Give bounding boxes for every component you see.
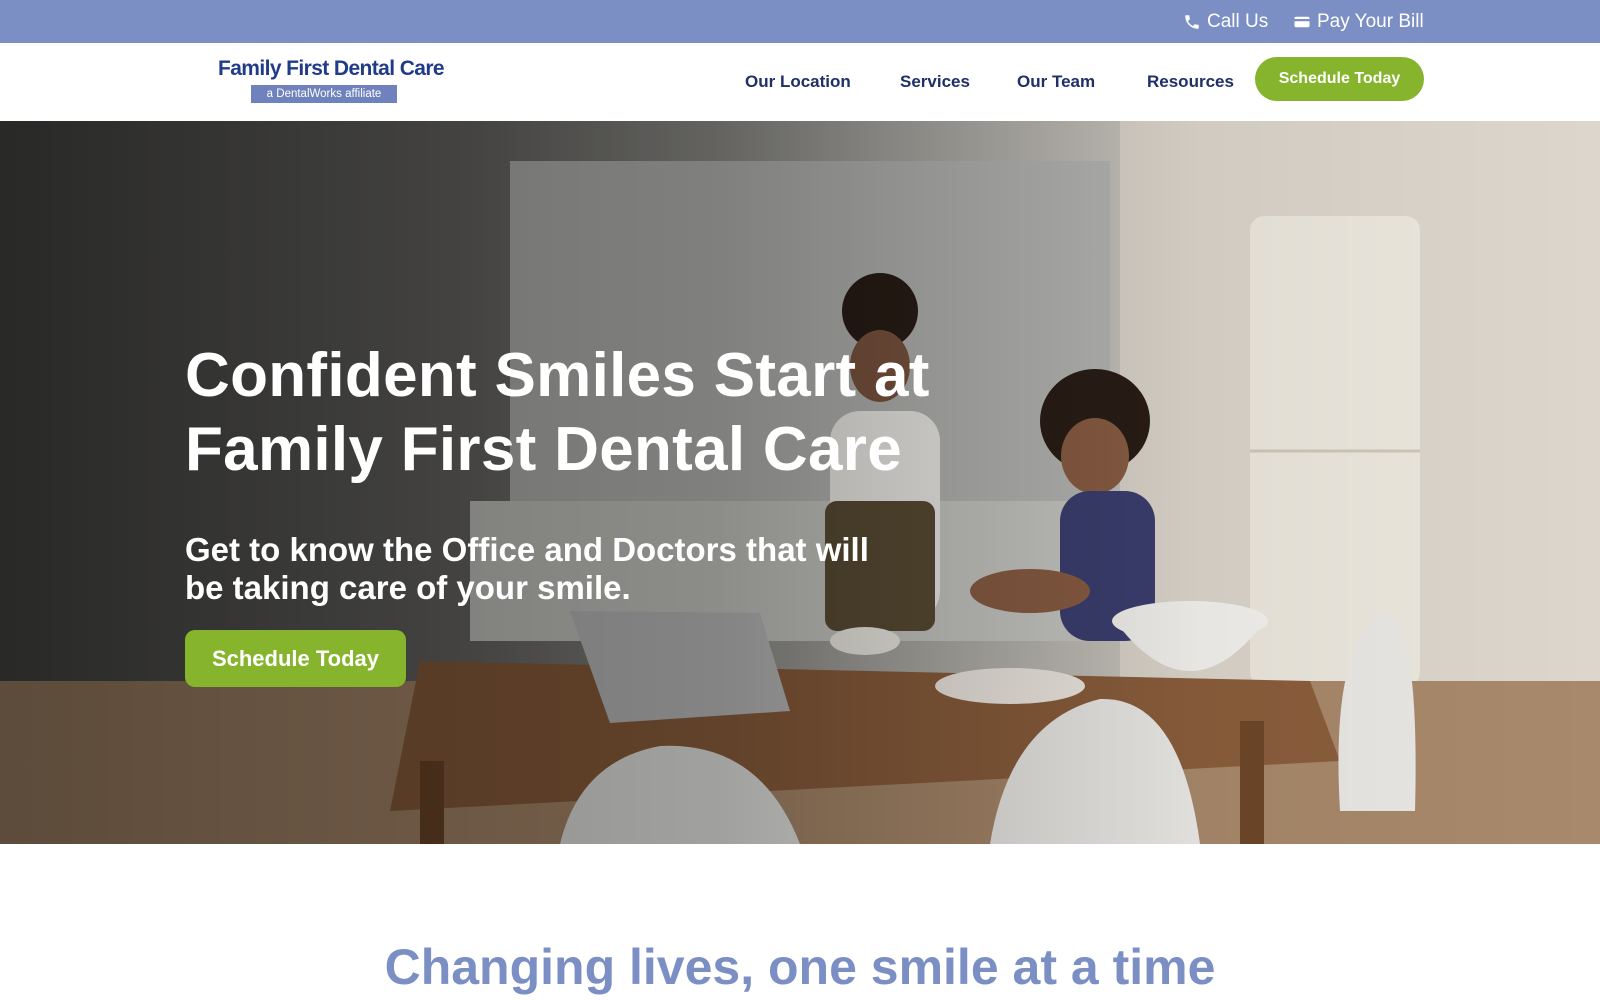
call-us-label: Call Us — [1207, 10, 1269, 32]
logo[interactable]: Family First Dental Care a DentalWorks a… — [218, 57, 445, 107]
credit-card-icon — [1293, 13, 1311, 31]
hero-title: Confident Smiles Start at Family First D… — [185, 341, 930, 484]
pay-bill-link[interactable]: Pay Your Bill — [1293, 0, 1424, 43]
nav-our-location[interactable]: Our Location — [745, 71, 851, 93]
schedule-today-header-button[interactable]: Schedule Today — [1255, 57, 1424, 101]
phone-icon — [1183, 13, 1201, 31]
nav-our-team[interactable]: Our Team — [1017, 71, 1095, 93]
hero-subtitle: Get to know the Office and Doctors that … — [185, 531, 869, 606]
call-us-link[interactable]: Call Us — [1183, 0, 1268, 43]
logo-tagline: a DentalWorks affiliate — [251, 85, 397, 103]
logo-title: Family First Dental Care — [218, 57, 445, 80]
pay-bill-label: Pay Your Bill — [1317, 10, 1424, 32]
intro-heading: Changing lives, one smile at a time — [384, 939, 1216, 995]
nav-resources[interactable]: Resources — [1147, 71, 1234, 93]
site-header: Family First Dental Care a DentalWorks a… — [0, 43, 1600, 121]
utility-bar: Call Us Pay Your Bill — [0, 0, 1600, 43]
nav-services[interactable]: Services — [900, 71, 970, 93]
hero-section: Confident Smiles Start at Family First D… — [0, 121, 1600, 844]
schedule-today-hero-button[interactable]: Schedule Today — [185, 630, 406, 687]
